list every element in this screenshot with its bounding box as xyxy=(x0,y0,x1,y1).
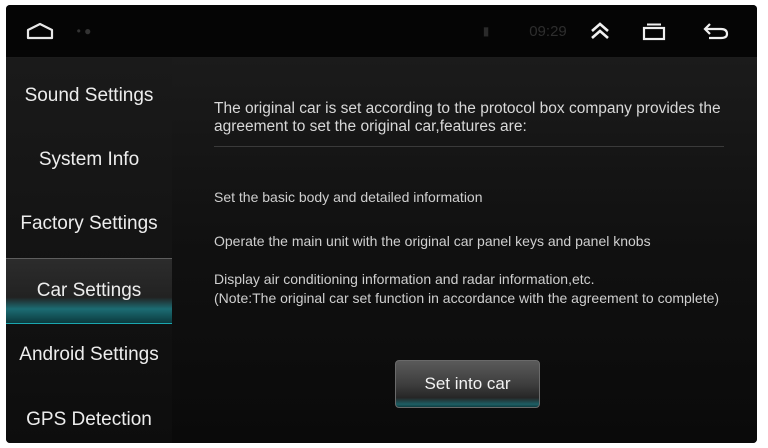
set-into-car-button[interactable]: Set into car xyxy=(395,360,540,408)
scroll-up-button[interactable] xyxy=(582,5,618,57)
clock: 09:29 xyxy=(529,22,567,40)
note-text: (Note:The original car set function in a… xyxy=(214,290,720,306)
sidebar-item-sound-settings[interactable]: Sound Settings xyxy=(6,64,172,128)
sidebar-item-car-settings[interactable]: Car Settings xyxy=(6,258,172,324)
sidebar-item-gps-detection[interactable]: GPS Detection xyxy=(6,388,172,443)
recent-apps-button[interactable] xyxy=(636,5,672,57)
sidebar-item-factory-settings[interactable]: Factory Settings xyxy=(6,192,172,256)
notification-indicator: • ● xyxy=(76,24,92,38)
feature-item: Operate the main unit with the original … xyxy=(214,233,651,249)
feature-item: Display air conditioning information and… xyxy=(214,271,595,287)
signal-indicator: ▮ xyxy=(482,24,490,38)
head-unit-screen: • ● ▮ 09:29 Sound Settings System Info F… xyxy=(6,5,757,443)
intro-text: The original car is set according to the… xyxy=(214,100,721,135)
recent-apps-icon xyxy=(642,23,666,41)
divider xyxy=(214,146,724,147)
status-bar: • ● ▮ 09:29 xyxy=(6,5,757,58)
settings-sidebar: Sound Settings System Info Factory Setti… xyxy=(6,58,172,443)
sidebar-item-system-info[interactable]: System Info xyxy=(6,128,172,192)
back-button[interactable] xyxy=(696,5,736,57)
sidebar-item-android-settings[interactable]: Android Settings xyxy=(6,323,172,387)
feature-item: Set the basic body and detailed informat… xyxy=(214,189,483,205)
home-icon xyxy=(26,22,54,40)
back-arrow-icon xyxy=(703,23,729,40)
home-button[interactable] xyxy=(22,5,58,57)
double-chevron-up-icon xyxy=(591,22,609,39)
car-settings-panel: The original car is set according to the… xyxy=(172,58,757,443)
